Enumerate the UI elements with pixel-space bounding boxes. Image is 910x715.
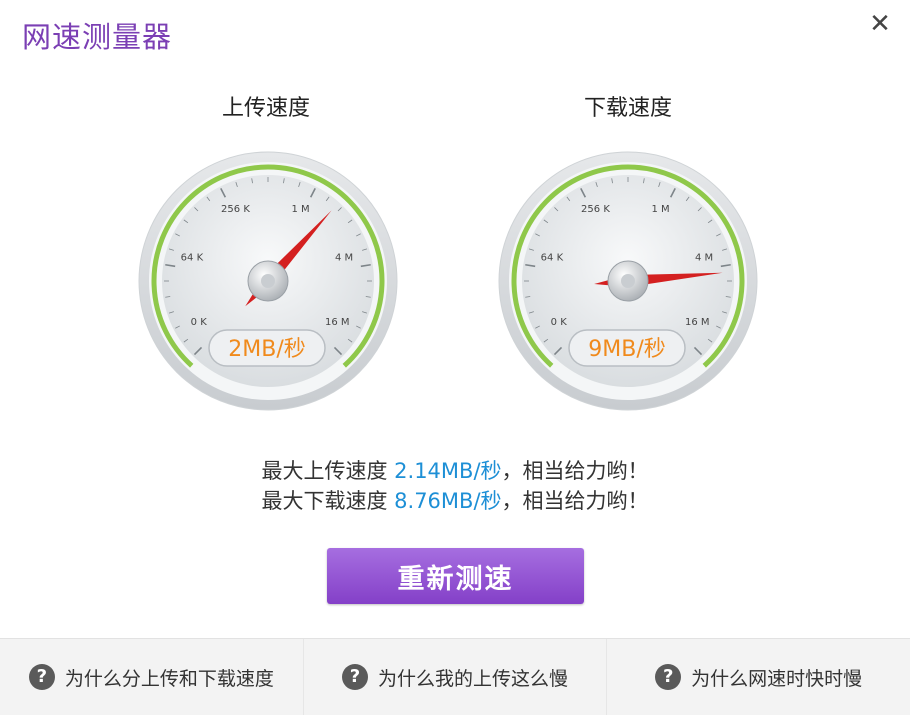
- footer-link-why-split[interactable]: ? 为什么分上传和下载速度: [0, 639, 303, 715]
- download-summary-value: 8.76MB/秒: [394, 489, 502, 513]
- upload-scale-label: 256 K: [221, 204, 250, 215]
- upload-gauge: 0 K 64 K 256 K 1 M 4 M 16 M 2MB/秒: [138, 151, 398, 411]
- footer: ? 为什么分上传和下载速度 ? 为什么我的上传这么慢 ? 为什么网速时快时慢: [0, 638, 910, 715]
- download-scale-label: 64 K: [541, 252, 564, 263]
- upload-scale-label: 0 K: [191, 317, 208, 328]
- question-icon: ?: [342, 664, 368, 690]
- footer-link-why-unstable[interactable]: ? 为什么网速时快时慢: [606, 639, 910, 715]
- upload-scale-label: 64 K: [181, 252, 204, 263]
- upload-summary-suffix: ，相当给力哟！: [501, 459, 649, 483]
- footer-link-label: 为什么网速时快时慢: [691, 667, 863, 690]
- download-scale-label: 1 M: [651, 204, 669, 215]
- download-scale-label: 0 K: [551, 317, 568, 328]
- download-scale-label: 4 M: [695, 252, 713, 263]
- download-scale-label: 256 K: [581, 204, 610, 215]
- upload-scale-label: 16 M: [325, 317, 350, 328]
- footer-link-why-slow-upload[interactable]: ? 为什么我的上传这么慢: [302, 639, 607, 715]
- download-title: 下载速度: [583, 96, 672, 121]
- upload-summary-value: 2.14MB/秒: [394, 459, 502, 483]
- footer-link-label: 为什么分上传和下载速度: [64, 667, 274, 690]
- question-icon: ?: [28, 664, 55, 690]
- close-icon[interactable]: ✕: [864, 8, 896, 40]
- upload-summary: 最大上传速度 2.14MB/秒，相当给力哟！: [0, 455, 910, 485]
- window-title: 网速测量器: [22, 20, 173, 54]
- download-gauge: 0 K 64 K 256 K 1 M 4 M 16 M 9MB/秒: [498, 151, 758, 411]
- download-readout: 9MB/秒: [588, 337, 665, 362]
- upload-title: 上传速度: [221, 96, 310, 121]
- download-scale-label: 16 M: [685, 317, 710, 328]
- footer-link-label: 为什么我的上传这么慢: [378, 667, 569, 690]
- upload-scale-label: 1 M: [291, 204, 309, 215]
- upload-readout: 2MB/秒: [228, 337, 305, 362]
- download-summary: 最大下载速度 8.76MB/秒，相当给力哟！: [0, 485, 910, 515]
- question-icon: ?: [655, 664, 682, 690]
- download-summary-suffix: ，相当给力哟！: [501, 489, 649, 513]
- upload-summary-prefix: 最大上传速度: [261, 459, 388, 483]
- upload-scale-label: 4 M: [335, 252, 353, 263]
- download-summary-prefix: 最大下载速度: [261, 489, 388, 513]
- retest-button[interactable]: 重新测速: [327, 548, 584, 604]
